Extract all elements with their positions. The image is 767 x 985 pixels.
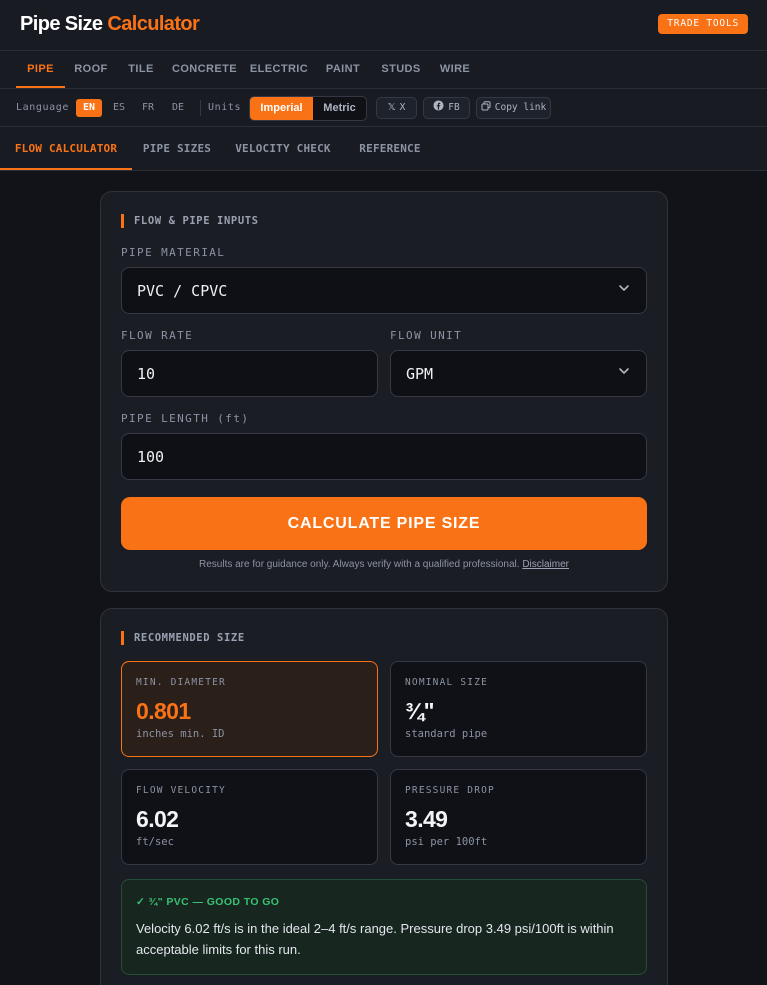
- category-pipe[interactable]: PIPE: [16, 51, 65, 88]
- tab-velocity-check[interactable]: VELOCITY CHECK: [232, 127, 334, 170]
- settings-divider: [200, 100, 201, 116]
- chevron-down-icon: [619, 285, 629, 291]
- language-label: Language: [16, 102, 69, 113]
- nominal-size-label: NOMINAL SIZE: [405, 677, 489, 688]
- copy-icon: [481, 98, 491, 118]
- share-x-label: X: [399, 102, 406, 113]
- pressure-drop-stat: PRESSURE DROP 3.49 psi per 100ft: [390, 769, 647, 865]
- category-roof[interactable]: ROOF: [70, 51, 112, 88]
- tab-flow-calculator[interactable]: FLOW CALCULATOR: [0, 127, 132, 170]
- category-nav: PIPE ROOF TILE CONCRETE ELECTRIC PAINT S…: [0, 51, 767, 89]
- tab-reference[interactable]: REFERENCE: [352, 127, 428, 170]
- nominal-size-value: ¾": [405, 698, 434, 724]
- share-facebook-button[interactable]: FB: [423, 97, 470, 119]
- min-diameter-unit: inches min. ID: [136, 728, 225, 740]
- chevron-down-icon: [619, 368, 629, 374]
- disclaimer-text: Results are for guidance only. Always ve…: [199, 559, 520, 570]
- tab-active-underline: [0, 168, 132, 170]
- flow-unit-select[interactable]: GPM: [390, 350, 647, 397]
- x-logo-icon: 𝕏: [387, 102, 396, 113]
- nominal-size-stat: NOMINAL SIZE ¾" standard pipe: [390, 661, 647, 757]
- pipe-length-value: 100: [137, 448, 165, 466]
- facebook-icon: [433, 98, 444, 118]
- flow-velocity-unit: ft/sec: [136, 836, 174, 848]
- pressure-drop-unit: psi per 100ft: [405, 836, 488, 848]
- inputs-card: FLOW & PIPE INPUTS PIPE MATERIAL PVC / C…: [100, 191, 668, 592]
- app-header: Pipe Size Calculator TRADE TOOLS: [0, 0, 767, 51]
- category-active-underline: [16, 86, 65, 88]
- category-electric[interactable]: ELECTRIC: [248, 51, 310, 88]
- pipe-material-value: PVC / CPVC: [137, 282, 228, 300]
- verdict-body: Velocity 6.02 ft/s is in the ideal 2–4 f…: [136, 921, 614, 957]
- calculate-button[interactable]: CALCULATE PIPE SIZE: [121, 497, 647, 550]
- verdict-title: ✓ ¾" PVC — GOOD TO GO: [136, 896, 280, 908]
- copy-link-button[interactable]: Copy link: [476, 97, 551, 119]
- disclaimer-note: Results are for guidance only. Always ve…: [101, 559, 667, 570]
- unit-imperial-button[interactable]: Imperial: [250, 97, 313, 120]
- category-tile[interactable]: TILE: [120, 51, 162, 88]
- inputs-card-title: FLOW & PIPE INPUTS: [121, 214, 259, 228]
- category-wire[interactable]: WIRE: [436, 51, 474, 88]
- pressure-drop-label: PRESSURE DROP: [405, 785, 495, 796]
- category-concrete[interactable]: CONCRETE: [172, 51, 237, 88]
- logo-accent-text: Calculator: [107, 13, 200, 35]
- trade-tools-badge[interactable]: TRADE TOOLS: [658, 14, 748, 34]
- flow-unit-value: GPM: [406, 365, 434, 383]
- min-diameter-value: 0.801: [136, 698, 191, 724]
- section-tabs: FLOW CALCULATOR PIPE SIZES VELOCITY CHEC…: [0, 127, 767, 171]
- pipe-length-input[interactable]: 100: [121, 433, 647, 480]
- language-fr[interactable]: FR: [137, 99, 159, 117]
- verdict-panel: ✓ ¾" PVC — GOOD TO GO Velocity 6.02 ft/s…: [121, 879, 647, 975]
- unit-metric-button[interactable]: Metric: [313, 97, 366, 120]
- category-paint[interactable]: PAINT: [321, 51, 365, 88]
- share-x-button[interactable]: 𝕏X: [376, 97, 417, 119]
- pressure-drop-value: 3.49: [405, 806, 448, 832]
- flow-rate-label: FLOW RATE: [121, 329, 194, 342]
- language-en[interactable]: EN: [76, 99, 102, 117]
- share-facebook-label: FB: [448, 102, 460, 113]
- app-logo[interactable]: Pipe Size Calculator: [20, 13, 200, 36]
- pipe-length-label: PIPE LENGTH (ft): [121, 412, 250, 425]
- pipe-material-select[interactable]: PVC / CPVC: [121, 267, 647, 314]
- flow-rate-value: 10: [137, 365, 156, 383]
- copy-link-label: Copy link: [494, 102, 547, 113]
- results-card-title: RECOMMENDED SIZE: [121, 631, 245, 645]
- min-diameter-label: MIN. DIAMETER: [136, 677, 226, 688]
- results-card: RECOMMENDED SIZE MIN. DIAMETER 0.801 inc…: [100, 608, 668, 985]
- language-de[interactable]: DE: [167, 99, 189, 117]
- disclaimer-link[interactable]: Disclaimer: [522, 559, 569, 570]
- flow-velocity-stat: FLOW VELOCITY 6.02 ft/sec: [121, 769, 378, 865]
- flow-rate-input[interactable]: 10: [121, 350, 378, 397]
- flow-velocity-label: FLOW VELOCITY: [136, 785, 226, 796]
- units-label: Units: [208, 102, 242, 113]
- flow-velocity-value: 6.02: [136, 806, 179, 832]
- pipe-material-label: PIPE MATERIAL: [121, 246, 226, 259]
- units-toggle: Imperial Metric: [249, 96, 367, 121]
- logo-main-text: Pipe Size: [20, 13, 103, 35]
- nominal-size-unit: standard pipe: [405, 728, 488, 740]
- min-diameter-stat: MIN. DIAMETER 0.801 inches min. ID: [121, 661, 378, 757]
- flow-unit-label: FLOW UNIT: [390, 329, 463, 342]
- language-es[interactable]: ES: [108, 99, 130, 117]
- category-studs[interactable]: STUDS: [376, 51, 426, 88]
- tab-pipe-sizes[interactable]: PIPE SIZES: [140, 127, 214, 170]
